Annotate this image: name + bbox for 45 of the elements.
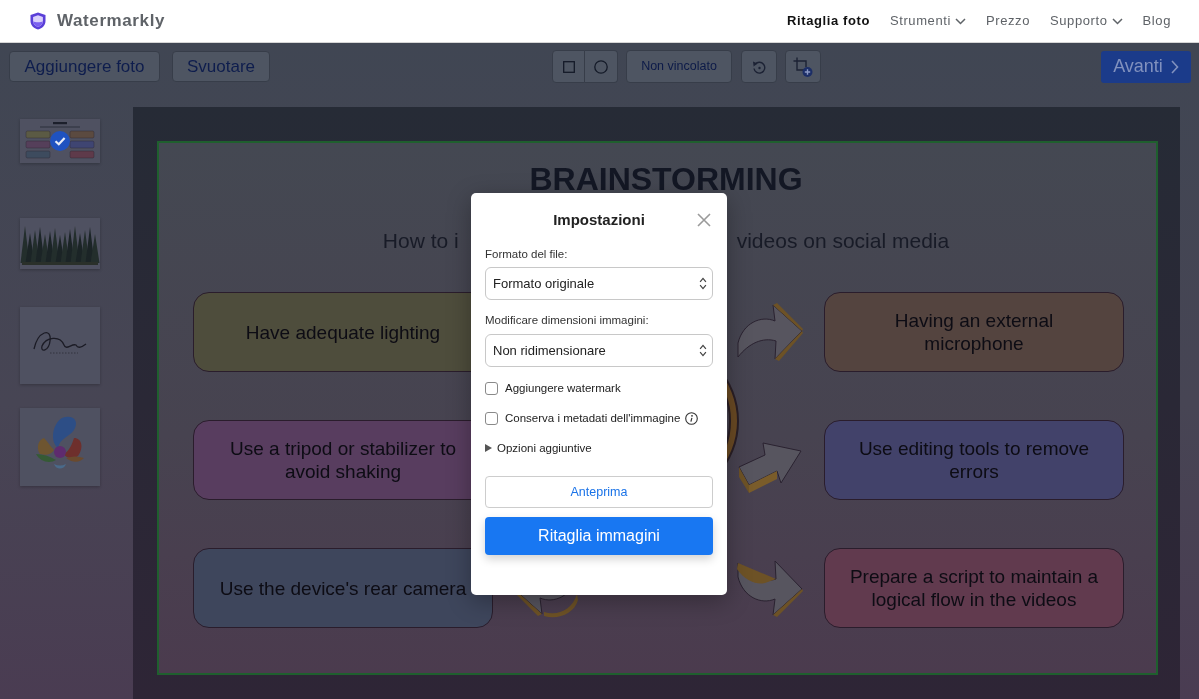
info-icon[interactable] [685,411,699,425]
select-field[interactable]: Formato originale [485,267,713,300]
tip-card-text: Prepare a script to maintain a logical flow in the videos [848,565,1100,611]
script-logo-thumbnail[interactable] [20,306,100,384]
circle-icon [594,59,608,74]
crop-add-icon [793,56,813,77]
tip-card-text: Use the device's rear camera [219,576,467,600]
tip-card-text: Use editing tools to remove errors [857,437,1091,483]
checkbox-label: Aggiungere watermark [505,381,621,396]
tip-card-text: Having an external microphone [893,309,1055,355]
square-icon [562,60,575,73]
field-label: Formato del file: [485,247,569,262]
flower-logo-thumbnail[interactable] [20,408,100,486]
forest-thumbnail[interactable] [20,217,100,269]
close-button[interactable] [697,213,711,227]
crop-add-button[interactable] [785,50,821,83]
dialog-title: Impostazioni [553,210,645,230]
checkbox[interactable] [485,411,498,425]
chevron-right-icon [1170,59,1179,74]
rotate-button[interactable] [741,50,777,83]
nav-link[interactable]: Strumenti [889,12,966,30]
brand-name[interactable]: Watermarkly [57,10,166,32]
checkbox[interactable] [485,381,498,395]
next-button[interactable]: Avanti [1101,50,1191,83]
more-options-toggle[interactable]: Opzioni aggiuntive [485,438,592,458]
nav-link[interactable]: Supporto [1050,12,1123,30]
tip-card-text: Have adequate lighting [245,320,441,344]
checkbox-label: Conserva i metadati dell'immagine [505,411,681,426]
crop-images-button[interactable]: Ritaglia immagini [485,517,713,555]
updown-chevron-icon [699,344,707,357]
shield-logo-icon[interactable] [30,12,46,30]
nav-link[interactable]: Prezzo [985,12,1030,30]
rotate-icon [752,59,766,74]
check-icon [50,131,70,151]
tip-card-text: Use a tripod or stabilizer to avoid shaking [229,437,457,483]
field-label: Modificare dimensioni immagini: [485,313,650,328]
updown-chevron-icon [699,277,707,290]
rectangle-crop-button[interactable] [552,50,585,83]
circle-crop-button[interactable] [585,50,618,83]
infographic-thumbnail[interactable] [20,119,100,163]
nav-link[interactable]: Ritaglia foto [787,12,870,30]
select-field[interactable]: Non ridimensionare [485,334,713,367]
preview-button[interactable]: Anteprima [485,476,713,508]
close-icon [697,213,711,227]
nav-link[interactable]: Blog [1142,12,1171,30]
